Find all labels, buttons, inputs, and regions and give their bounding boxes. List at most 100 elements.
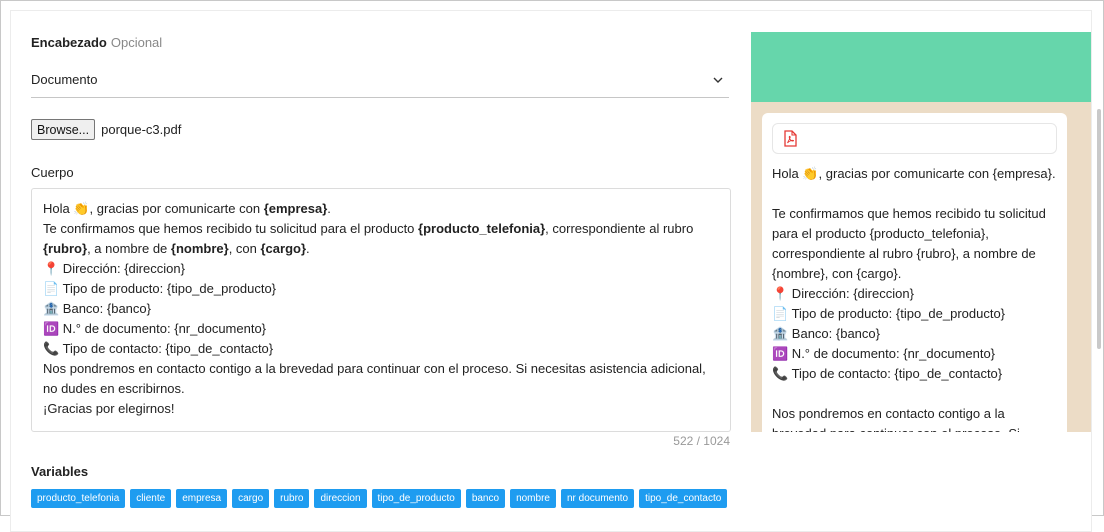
text-segment: N.° de documento: {nr_documento}	[788, 346, 996, 361]
text-segment: Te confirmamos que hemos recibido tu sol…	[43, 221, 419, 236]
text-segment: , a nombre de	[87, 241, 171, 256]
text-segment: brevedad para continuar con el proceso. …	[772, 426, 1020, 432]
text-segment: , correspondiente al rubro	[545, 221, 694, 236]
emoji-icon: 📞	[43, 341, 60, 356]
text-segment: Banco: {banco}	[788, 326, 880, 341]
text-segment: {nombre}, con {cargo}.	[772, 266, 902, 281]
body-label: Cuerpo	[31, 165, 74, 180]
template-editor-card: Encabezado Opcional Documento Browse... p…	[10, 10, 1101, 532]
emoji-icon: 🏦	[43, 301, 60, 316]
variable-placeholder: {empresa}	[263, 201, 328, 216]
text-segment: Tipo de contacto: {tipo_de_contacto}	[59, 341, 274, 356]
header-type-select[interactable]: Documento	[31, 63, 729, 98]
text-line: 📞 Tipo de contacto: {tipo_de_contacto}	[772, 364, 1057, 384]
text-segment: .	[306, 241, 310, 256]
text-line: {nombre}, con {cargo}.	[772, 264, 1057, 284]
variable-chip[interactable]: tipo_de_producto	[371, 489, 461, 508]
emoji-icon: 👏	[802, 166, 819, 181]
text-line: correspondiente al rubro {rubro}, a nomb…	[772, 244, 1057, 264]
text-line	[772, 184, 1057, 204]
variable-chip[interactable]: cliente	[130, 489, 172, 508]
text-segment: Hola	[43, 201, 74, 216]
text-line: para el producto {producto_telefonia},	[772, 224, 1057, 244]
text-line: Hola 👏, gracias por comunicarte con {emp…	[772, 164, 1057, 184]
header-label: Encabezado Opcional	[31, 35, 162, 50]
text-segment: no dudes en escribirnos.	[43, 381, 185, 396]
text-segment: Tipo de producto: {tipo_de_producto}	[788, 306, 1006, 321]
variable-chip[interactable]: direccion	[314, 489, 367, 508]
body-textarea[interactable]: Hola 👏, gracias por comunicarte con {emp…	[31, 188, 731, 432]
text-line: 🆔 N.° de documento: {nr_documento}	[772, 344, 1057, 364]
text-segment: , gracias por comunicarte con {empresa}.	[818, 166, 1056, 181]
text-line: 📄 Tipo de producto: {tipo_de_producto}	[43, 279, 719, 299]
text-segment: Te confirmamos que hemos recibido tu sol…	[772, 206, 1046, 221]
text-line: Te confirmamos que hemos recibido tu sol…	[43, 219, 719, 239]
text-line	[772, 384, 1057, 404]
variable-chip[interactable]: nr documento	[560, 489, 635, 508]
text-segment: para el producto {producto_telefonia},	[772, 226, 989, 241]
emoji-icon: 📍	[43, 261, 60, 276]
text-line: Nos pondremos en contacto contigo a la b…	[43, 359, 719, 379]
variable-chip[interactable]: rubro	[274, 489, 310, 508]
preview-scrollbar[interactable]	[1097, 109, 1101, 349]
preview-header-bar	[751, 32, 1091, 102]
variable-placeholder: {rubro}	[43, 241, 88, 256]
variable-chip[interactable]: nombre	[510, 489, 556, 508]
variable-chip[interactable]: empresa	[176, 489, 228, 508]
text-segment: Nos pondremos en contacto contigo a la b…	[43, 361, 706, 376]
text-line: {rubro}, a nombre de {nombre}, con {carg…	[43, 239, 719, 259]
text-segment: Tipo de contacto: {tipo_de_contacto}	[788, 366, 1003, 381]
message-preview: Hola 👏, gracias por comunicarte con {emp…	[751, 32, 1091, 432]
text-line: 🏦 Banco: {banco}	[43, 299, 719, 319]
text-segment: Nos pondremos en contacto contigo a la	[772, 406, 1005, 421]
emoji-icon: 📄	[43, 281, 60, 296]
variable-chip[interactable]: producto_telefonia	[31, 489, 126, 508]
header-title: Encabezado	[31, 35, 107, 50]
header-type-value: Documento	[31, 72, 98, 87]
text-line: 📄 Tipo de producto: {tipo_de_producto}	[772, 304, 1057, 324]
variables-chip-list: producto_telefonia cliente empresa cargo rub…	[31, 489, 728, 508]
text-segment: Dirección: {direccion}	[788, 286, 914, 301]
text-line: no dudes en escribirnos.	[43, 379, 719, 399]
preview-text: Hola 👏, gracias por comunicarte con {emp…	[772, 164, 1057, 432]
text-segment: Tipo de producto: {tipo_de_producto}	[59, 281, 277, 296]
text-line: 🏦 Banco: {banco}	[772, 324, 1057, 344]
text-segment: ¡Gracias por elegirnos!	[43, 401, 175, 416]
text-line: Te confirmamos que hemos recibido tu sol…	[772, 204, 1057, 224]
variable-placeholder: {nombre}	[170, 241, 229, 256]
selected-filename: porque-c3.pdf	[101, 122, 182, 137]
text-line: Nos pondremos en contacto contigo a la	[772, 404, 1057, 424]
text-segment: correspondiente al rubro {rubro}, a nomb…	[772, 246, 1036, 261]
variable-chip[interactable]: tipo_de_contacto	[639, 489, 728, 508]
text-line: 🆔 N.° de documento: {nr_documento}	[43, 319, 719, 339]
text-segment: N.° de documento: {nr_documento}	[59, 321, 267, 336]
text-segment: Banco: {banco}	[59, 301, 151, 316]
text-segment: , con	[228, 241, 261, 256]
emoji-icon: 🆔	[772, 346, 789, 361]
text-segment: , gracias por comunicarte con	[89, 201, 264, 216]
emoji-icon: 📞	[772, 366, 789, 381]
browse-button[interactable]: Browse...	[31, 119, 96, 140]
text-line: Hola 👏, gracias por comunicarte con {emp…	[43, 199, 719, 219]
text-line: 📍 Dirección: {direccion}	[43, 259, 719, 279]
emoji-icon: 📄	[772, 306, 789, 321]
text-segment: Dirección: {direccion}	[59, 261, 185, 276]
variable-placeholder: {producto_telefonia}	[418, 221, 546, 236]
text-line: 📞 Tipo de contacto: {tipo_de_contacto}	[43, 339, 719, 359]
header-optional-hint: Opcional	[110, 35, 163, 50]
preview-message-bubble: Hola 👏, gracias por comunicarte con {emp…	[762, 113, 1067, 432]
emoji-icon: 🏦	[772, 326, 789, 341]
emoji-icon: 📍	[772, 286, 789, 301]
variable-placeholder: {cargo}	[260, 241, 307, 256]
file-upload-row: Browse... porque-c3.pdf	[31, 119, 181, 140]
preview-document-attachment	[772, 123, 1057, 154]
variables-label: Variables	[31, 464, 89, 479]
variable-chip[interactable]: cargo	[232, 489, 270, 508]
editor-panel: Encabezado Opcional Documento Browse... p…	[31, 11, 731, 531]
text-line: brevedad para continuar con el proceso. …	[772, 424, 1057, 432]
text-segment: .	[327, 201, 331, 216]
text-line: ¡Gracias por elegirnos!	[43, 399, 719, 419]
emoji-icon: 👏	[73, 201, 90, 216]
text-segment: Hola	[772, 166, 803, 181]
variable-chip[interactable]: banco	[465, 489, 506, 508]
